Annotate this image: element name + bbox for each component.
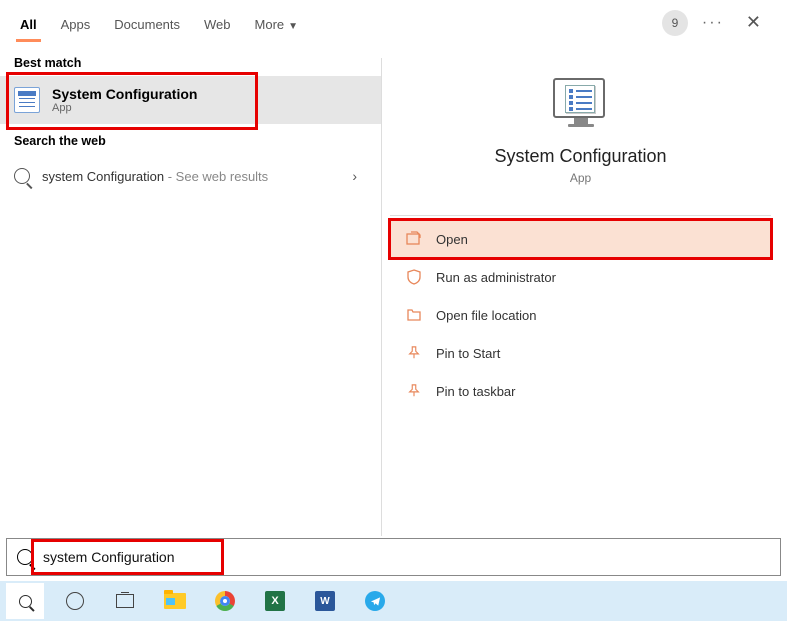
taskbar-cortana-button[interactable]	[56, 583, 94, 619]
tab-apps[interactable]: Apps	[49, 3, 103, 42]
tab-strip: All Apps Documents Web More▼	[8, 3, 310, 42]
tab-documents[interactable]: Documents	[102, 3, 192, 42]
search-web-header: Search the web	[0, 124, 381, 154]
more-options-icon[interactable]: ···	[702, 14, 724, 32]
tab-more-label: More	[255, 17, 285, 32]
taskbar-excel[interactable]: X	[256, 583, 294, 619]
taskview-icon	[116, 594, 134, 608]
shield-icon	[406, 269, 422, 285]
result-title: System Configuration	[52, 86, 197, 102]
search-icon	[14, 168, 30, 184]
action-open-label: Open	[436, 232, 468, 247]
taskbar-taskview-button[interactable]	[106, 583, 144, 619]
folder-icon	[164, 593, 186, 609]
taskbar: X W	[0, 581, 787, 621]
result-text: System Configuration App	[52, 86, 197, 114]
action-open-location-label: Open file location	[436, 308, 536, 323]
result-subtitle: App	[52, 102, 197, 114]
close-icon[interactable]: ✕	[738, 8, 769, 37]
action-pin-taskbar-label: Pin to taskbar	[436, 384, 516, 399]
results-column: Best match System Configuration App Sear…	[0, 46, 381, 536]
action-open-location[interactable]: Open file location	[390, 296, 771, 334]
taskbar-telegram[interactable]	[356, 583, 394, 619]
chrome-icon	[215, 591, 235, 611]
chevron-right-icon: ›	[352, 168, 367, 184]
web-result-suffix: - See web results	[164, 169, 268, 184]
search-icon	[19, 595, 32, 608]
tab-more[interactable]: More▼	[243, 3, 311, 42]
detail-panel: System Configuration App Open Run as adm…	[381, 58, 779, 536]
pin-icon	[406, 345, 422, 361]
folder-icon	[406, 307, 422, 323]
pin-icon	[406, 383, 422, 399]
result-system-configuration[interactable]: System Configuration App	[0, 76, 381, 124]
search-input[interactable]: system Configuration	[43, 549, 175, 565]
detail-icon-wrap	[390, 78, 771, 130]
tab-all[interactable]: All	[8, 3, 49, 42]
taskbar-search-button[interactable]	[6, 583, 44, 619]
rewards-badge[interactable]: 9	[662, 10, 688, 36]
top-icons: 9 ··· ✕	[662, 8, 779, 37]
action-pin-start[interactable]: Pin to Start	[390, 334, 771, 372]
search-icon	[17, 549, 33, 565]
action-run-admin-label: Run as administrator	[436, 270, 556, 285]
taskbar-file-explorer[interactable]	[156, 583, 194, 619]
best-match-header: Best match	[0, 46, 381, 76]
web-result-item[interactable]: system Configuration - See web results ›	[0, 154, 381, 198]
word-icon: W	[315, 591, 335, 611]
app-icon	[14, 87, 40, 113]
web-result-query: system Configuration	[42, 169, 164, 184]
search-bar[interactable]: system Configuration	[6, 538, 781, 576]
cortana-icon	[66, 592, 84, 610]
action-run-admin[interactable]: Run as administrator	[390, 258, 771, 296]
action-open[interactable]: Open	[390, 220, 771, 258]
detail-subtitle: App	[390, 171, 771, 185]
main-area: Best match System Configuration App Sear…	[0, 46, 787, 536]
web-result-text: system Configuration - See web results	[42, 169, 268, 184]
action-pin-taskbar[interactable]: Pin to taskbar	[390, 372, 771, 410]
action-list: Open Run as administrator Open file loca…	[390, 216, 771, 410]
telegram-icon	[365, 591, 385, 611]
search-bar-wrap: system Configuration	[6, 538, 781, 576]
taskbar-word[interactable]: W	[306, 583, 344, 619]
system-configuration-icon	[553, 78, 609, 130]
chevron-down-icon: ▼	[288, 21, 298, 32]
detail-title: System Configuration	[390, 146, 771, 167]
action-pin-start-label: Pin to Start	[436, 346, 500, 361]
top-tab-bar: All Apps Documents Web More▼ 9 ··· ✕	[0, 0, 787, 46]
excel-icon: X	[265, 591, 285, 611]
open-icon	[406, 231, 422, 247]
taskbar-chrome[interactable]	[206, 583, 244, 619]
tab-web[interactable]: Web	[192, 3, 243, 42]
